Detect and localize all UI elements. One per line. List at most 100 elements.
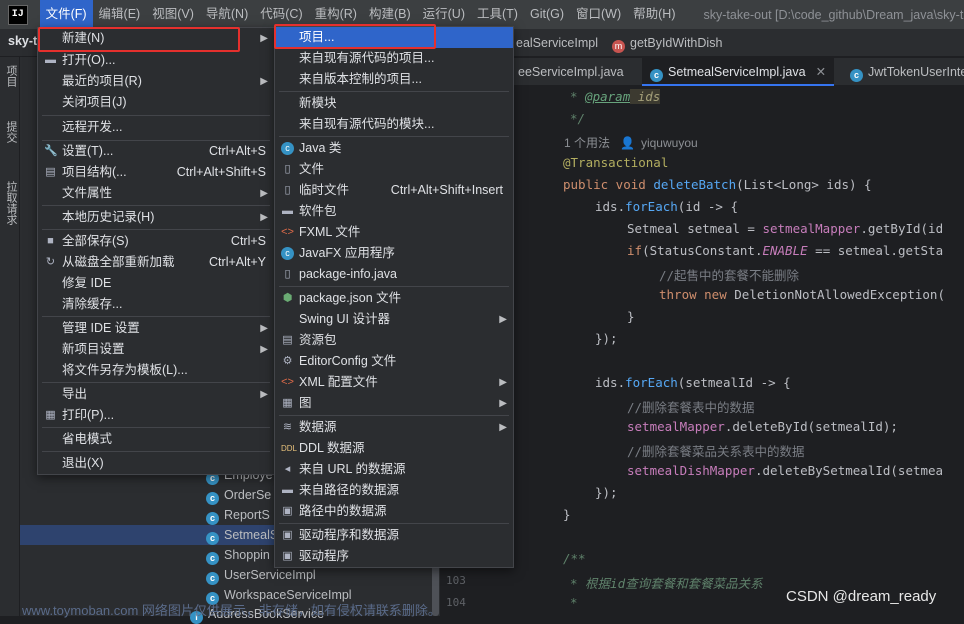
menu-item-xml-config[interactable]: <> XML 配置文件 ▶ xyxy=(275,372,513,393)
tab-jwt-token[interactable]: c JwtTokenUserInter xyxy=(842,58,964,86)
menu-item-power-save[interactable]: 省电模式 xyxy=(38,429,274,450)
menu-item-print[interactable]: ▦ 打印(P)... xyxy=(38,405,274,426)
tool-commit[interactable]: 提交 xyxy=(3,121,19,143)
menu-git[interactable]: Git(G) xyxy=(524,0,570,29)
code-line: * 根据id查询套餐和套餐菜品关系 xyxy=(570,576,763,591)
menu-item-swing-designer[interactable]: Swing UI 设计器 ▶ xyxy=(275,309,513,330)
database-icon: ≋ xyxy=(282,421,293,433)
menu-item-file-properties[interactable]: 文件属性 ▶ xyxy=(38,183,274,204)
code-line: if(StatusConstant.ENABLE == setmeal.getS… xyxy=(627,243,944,258)
menu-tools[interactable]: 工具(T) xyxy=(471,0,524,29)
menu-item-close-project[interactable]: 关闭项目(J) xyxy=(38,92,274,113)
tree-item[interactable]: c ReportS xyxy=(206,508,270,525)
menu-item-editorconfig[interactable]: ⚙ EditorConfig 文件 xyxy=(275,351,513,372)
menu-item-data-source[interactable]: ≋ 数据源 ▶ xyxy=(275,417,513,438)
code-line: setmealDishMapper.deleteBySetmealId(setm… xyxy=(627,463,944,478)
menu-item-invalidate-caches[interactable]: 清除缓存... xyxy=(38,294,274,315)
separator xyxy=(42,427,270,428)
driver-icon: ▣ xyxy=(282,529,293,541)
tree-item[interactable]: c OrderSe xyxy=(206,488,271,505)
menu-item-fxml[interactable]: <> FXML 文件 xyxy=(275,222,513,243)
annotation-box xyxy=(38,27,240,52)
menu-item-java-class[interactable]: c Java 类 xyxy=(275,138,513,159)
class-icon: c xyxy=(206,532,219,545)
separator xyxy=(42,229,270,230)
menu-item-driver[interactable]: ▣ 驱动程序 xyxy=(275,546,513,567)
menu-item-package-json[interactable]: ⬢ package.json 文件 xyxy=(275,288,513,309)
menu-item-settings[interactable]: 🔧 设置(T)... Ctrl+Alt+S xyxy=(38,141,274,162)
menu-item-project-from-vcs[interactable]: 来自版本控制的项目... xyxy=(275,69,513,90)
method-icon: m xyxy=(612,40,625,53)
menu-item-path-data-source[interactable]: ▬ 来自路径的数据源 xyxy=(275,480,513,501)
menu-item-project-from-existing[interactable]: 来自现有源代码的项目... xyxy=(275,48,513,69)
menu-help[interactable]: 帮助(H) xyxy=(627,0,681,29)
folder-icon: ▬ xyxy=(45,54,56,66)
tab-label: JwtTokenUserInter xyxy=(868,65,964,79)
xml-icon: <> xyxy=(281,376,294,388)
menu-item-ddl-data-source[interactable]: DDL DDL 数据源 xyxy=(275,438,513,459)
menu-item-open[interactable]: ▬ 打开(O)... xyxy=(38,50,274,71)
separator xyxy=(279,91,509,92)
menu-item-export[interactable]: 导出 ▶ xyxy=(38,384,274,405)
chevron-right-icon: ▶ xyxy=(260,33,268,44)
nodejs-icon: ⬢ xyxy=(282,292,293,304)
csdn-watermark: CSDN @dream_ready xyxy=(786,588,937,605)
menu-item-project-structure[interactable]: ▤ 项目结构(... Ctrl+Alt+Shift+S xyxy=(38,162,274,183)
class-icon: c xyxy=(206,492,219,505)
menu-edit[interactable]: 编辑(E) xyxy=(93,0,147,29)
menu-item-repair-ide[interactable]: 修复 IDE xyxy=(38,273,274,294)
menu-item-new-project-settings[interactable]: 新项目设置 ▶ xyxy=(38,339,274,360)
tab-employee-service[interactable]: eeServiceImpl.java xyxy=(510,58,632,86)
menu-item-url-data-source[interactable]: ◂ 来自 URL 的数据源 xyxy=(275,459,513,480)
separator xyxy=(42,451,270,452)
editor-tabs: eeServiceImpl.java c SetmealServiceImpl.j… xyxy=(514,58,964,86)
code-line: }); xyxy=(595,331,618,346)
menu-item-package[interactable]: ▬ 软件包 xyxy=(275,201,513,222)
code-line: ids.forEach(setmealId -> { xyxy=(595,375,791,390)
chevron-right-icon: ▶ xyxy=(260,344,268,355)
menu-item-file[interactable]: ▯ 文件 xyxy=(275,159,513,180)
menu-window[interactable]: 窗口(W) xyxy=(570,0,627,29)
menu-navigate[interactable]: 导航(N) xyxy=(200,0,254,29)
breadcrumb-class[interactable]: ealServiceImpl xyxy=(516,36,598,50)
tree-item[interactable]: c UserServiceImpl xyxy=(206,568,316,585)
usage-hint[interactable]: 1 个用法 👤 yiquwuyou xyxy=(564,134,698,151)
menu-item-driver-and-data-source[interactable]: ▣ 驱动程序和数据源 xyxy=(275,525,513,546)
close-icon[interactable]: ✕ xyxy=(816,65,826,79)
menu-item-remote-dev[interactable]: 远程开发... xyxy=(38,117,274,138)
intellij-logo-icon[interactable]: IJ xyxy=(8,4,28,25)
code-line: public void deleteBatch(List<Long> ids) … xyxy=(563,177,872,192)
tool-pull-requests[interactable]: 拉取请求 xyxy=(3,181,19,225)
menu-view[interactable]: 视图(V) xyxy=(146,0,200,29)
tree-item-label: ReportS xyxy=(224,508,270,522)
menu-item-module-from-existing[interactable]: 来自现有源代码的模块... xyxy=(275,114,513,135)
ddl-icon: DDL xyxy=(281,444,298,453)
line-number: 104 xyxy=(446,596,466,609)
tab-setmeal-service[interactable]: c SetmealServiceImpl.java ✕ xyxy=(642,58,835,86)
menu-item-reload[interactable]: ↻ 从磁盘全部重新加载 Ctrl+Alt+Y xyxy=(38,252,274,273)
menu-item-scratch-file[interactable]: ▯ 临时文件 Ctrl+Alt+Shift+Insert xyxy=(275,180,513,201)
menu-item-save-as-template[interactable]: 将文件另存为模板(L)... xyxy=(38,360,274,381)
editorconfig-icon: ⚙ xyxy=(282,355,293,367)
code-editor[interactable]: * @param ids */ 1 个用法 👤 yiquwuyou @Transac… xyxy=(514,86,964,616)
menu-item-in-path-data-source[interactable]: ▣ 路径中的数据源 xyxy=(275,501,513,522)
menu-item-save-all[interactable]: ■ 全部保存(S) Ctrl+S xyxy=(38,231,274,252)
menu-item-new-module[interactable]: 新模块 xyxy=(275,93,513,114)
chevron-right-icon: ▶ xyxy=(260,323,268,334)
menu-item-exit[interactable]: 退出(X) xyxy=(38,453,274,474)
menu-item-javafx[interactable]: c JavaFX 应用程序 xyxy=(275,243,513,264)
tool-project[interactable]: 项目 xyxy=(3,65,19,87)
tree-item[interactable]: c Shoppin xyxy=(206,548,270,565)
menu-item-resource-bundle[interactable]: ▤ 资源包 xyxy=(275,330,513,351)
menu-item-local-history[interactable]: 本地历史记录(H) ▶ xyxy=(38,207,274,228)
menu-item-package-info[interactable]: ▯ package-info.java xyxy=(275,264,513,285)
menu-item-recent[interactable]: 最近的项目(R) ▶ xyxy=(38,71,274,92)
breadcrumb-method[interactable]: m getByIdWithDish xyxy=(612,36,722,53)
code-line: } xyxy=(627,309,635,324)
menu-item-manage-ide[interactable]: 管理 IDE 设置 ▶ xyxy=(38,318,274,339)
breadcrumb-project[interactable]: sky-t xyxy=(8,34,37,48)
javafx-icon: c xyxy=(281,247,294,260)
menu-file[interactable]: 文件(F) xyxy=(39,0,93,29)
separator xyxy=(42,382,270,383)
menu-item-diagram[interactable]: ▦ 图 ▶ xyxy=(275,393,513,414)
